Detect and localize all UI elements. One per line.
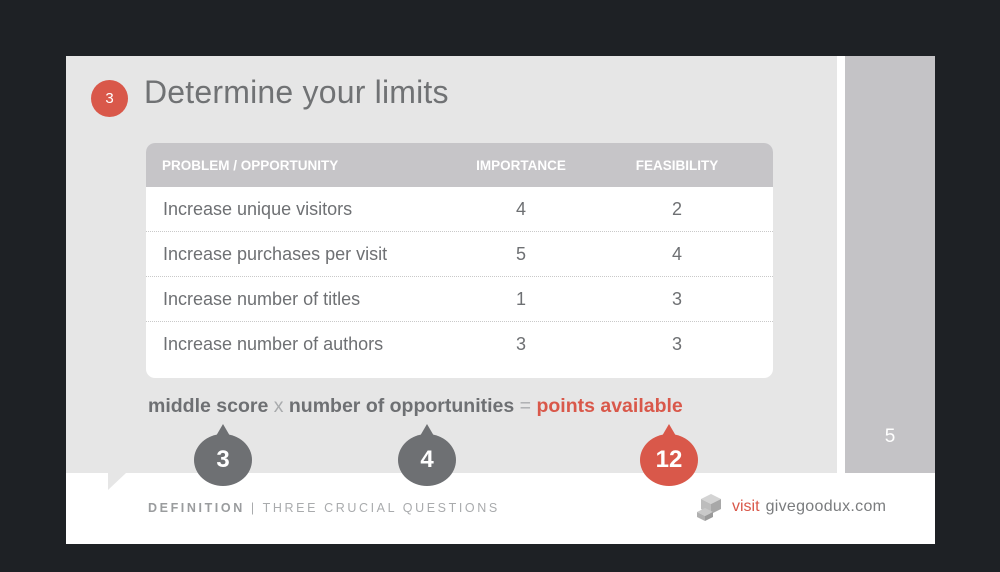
cell-problem: Increase number of authors (163, 334, 384, 354)
bubble-tail (662, 424, 676, 436)
cell-feasibility: 3 (671, 334, 682, 354)
table-row: Increase purchases per visit 5 4 (146, 232, 773, 277)
cell-importance: 4 (515, 198, 526, 219)
cell-problem: Increase number of titles (163, 288, 361, 309)
header-feasibility: FEASIBILITY (635, 157, 719, 173)
formula-line: middle score x number of opportunities =… (148, 395, 683, 418)
table-header: PROBLEM / OPPORTUNITY IMPORTANCE FEASIBI… (146, 143, 773, 187)
middle-score-bubble: 3 (194, 424, 252, 486)
step-number-badge: 3 (91, 80, 128, 117)
cube-logo-icon (696, 492, 726, 522)
opportunities-bubble: 4 (398, 424, 456, 486)
cell-feasibility: 3 (671, 288, 682, 309)
footer-section-label: DEFINITION | THREE CRUCIAL QUESTIONS (148, 501, 500, 515)
cell-feasibility: 2 (671, 198, 682, 219)
header-problem: PROBLEM / OPPORTUNITY (162, 157, 339, 173)
cell-feasibility: 4 (671, 243, 682, 264)
points-available-value: 12 (655, 446, 683, 473)
table-row: Increase unique visitors 4 2 (146, 187, 773, 232)
slide: 5 3 Determine your limits PROBLEM / OPPO… (66, 56, 935, 544)
header-importance: IMPORTANCE (476, 157, 566, 173)
formula-term-middle-score: middle score (148, 395, 269, 417)
cell-importance: 1 (515, 288, 526, 309)
footer-separator: | (250, 501, 257, 515)
footer-website[interactable]: visit givegoodux.com (696, 492, 886, 522)
cell-problem: Increase purchases per visit (163, 243, 388, 264)
footer-subtitle: THREE CRUCIAL QUESTIONS (262, 501, 500, 515)
formula-equals-operator: = (519, 395, 532, 417)
cell-importance: 3 (515, 334, 526, 354)
formula-result-points: points available (536, 395, 683, 417)
table-row: Increase number of authors 3 3 (146, 322, 773, 367)
formula-term-opportunities: number of opportunities (288, 395, 515, 417)
opportunities-value: 4 (420, 446, 434, 473)
middle-score-value: 3 (216, 446, 230, 473)
points-available-bubble: 12 (640, 424, 698, 486)
bubble-tail (420, 424, 434, 436)
side-strip (845, 56, 935, 473)
formula-multiply-operator: x (273, 395, 284, 417)
cell-importance: 5 (515, 243, 526, 264)
slide-number: 5 (884, 426, 896, 447)
footer-section: DEFINITION (148, 501, 245, 515)
table-row: Increase number of titles 1 3 (146, 277, 773, 322)
bubble-tail (216, 424, 230, 436)
cell-problem: Increase unique visitors (163, 198, 353, 219)
visit-label: visit (732, 498, 760, 515)
website-link[interactable]: givegoodux.com (766, 498, 887, 516)
slide-title: Determine your limits (144, 74, 449, 110)
priority-table: PROBLEM / OPPORTUNITY IMPORTANCE FEASIBI… (146, 143, 773, 378)
